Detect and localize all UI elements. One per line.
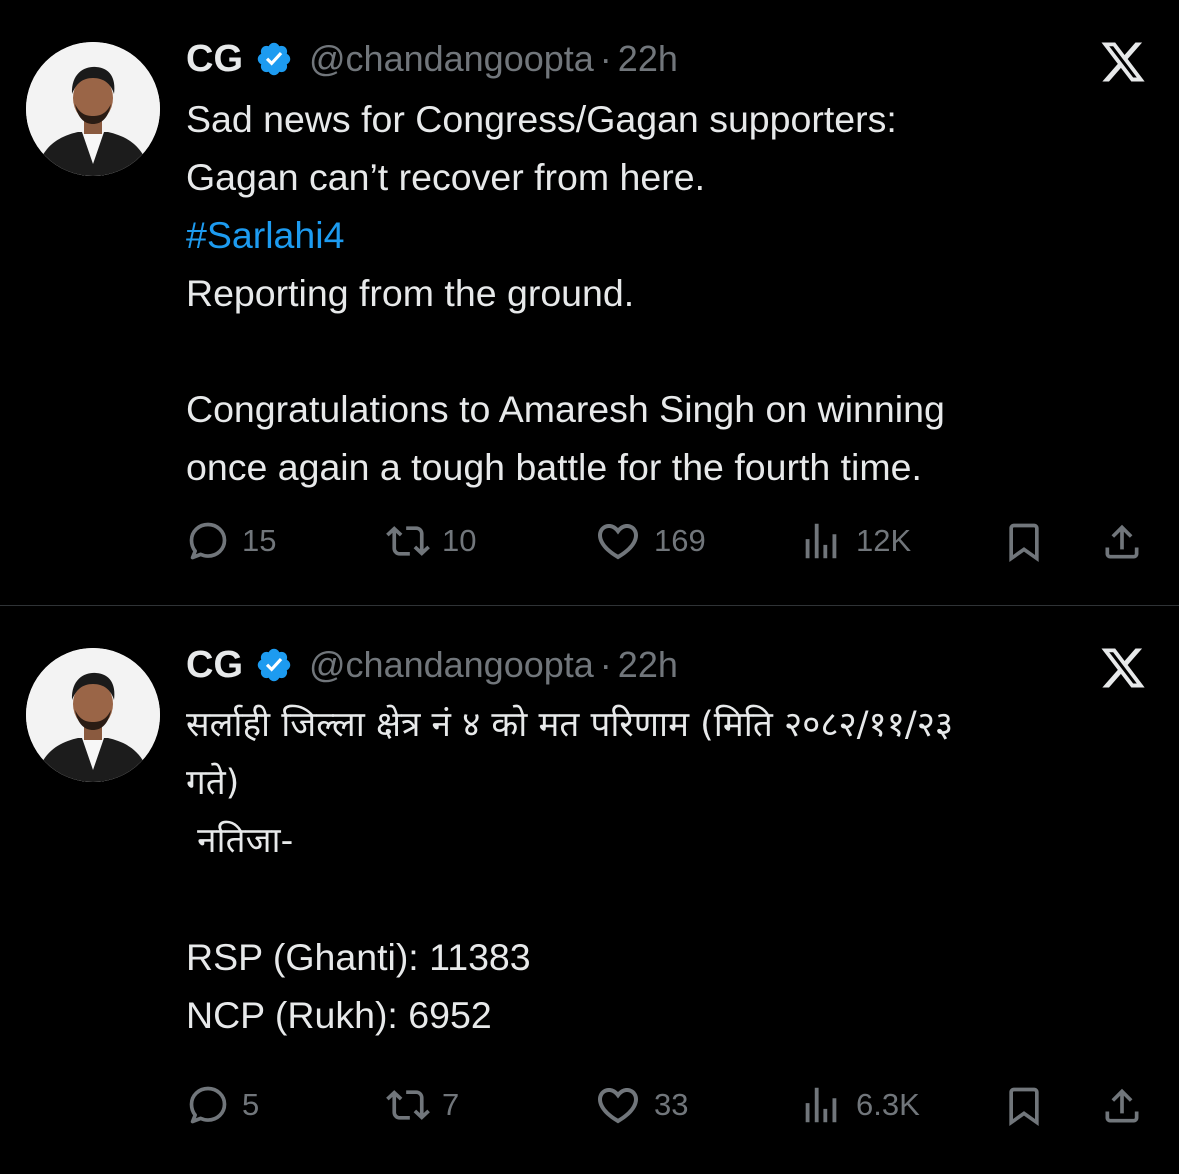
repost-count: 10 <box>442 523 477 558</box>
tweet-text-line: Reporting from the ground. <box>186 272 635 314</box>
views-icon <box>798 518 844 564</box>
separator: · <box>599 38 612 79</box>
like-icon <box>594 1081 642 1129</box>
timestamp[interactable]: 22h <box>618 38 678 80</box>
tweet-card[interactable]: CG @chandangoopta · 22h Sad news for Con… <box>0 0 1179 605</box>
avatar-photo <box>26 648 160 782</box>
tweet-text: सर्लाही जिल्ला क्षेत्र नं ४ को मत परिणाम… <box>186 696 1146 1044</box>
avatar[interactable] <box>26 648 160 782</box>
tweet-text-line: सर्लाही जिल्ला क्षेत्र नं ४ को मत परिणाम… <box>186 705 954 745</box>
share-icon[interactable] <box>1100 1084 1144 1128</box>
like-count: 33 <box>654 1087 689 1122</box>
reply-icon <box>186 519 230 563</box>
tweet-actions: 15 10 169 12K <box>186 516 1146 566</box>
avatar[interactable] <box>26 42 160 176</box>
avatar-photo <box>26 42 160 176</box>
reply-button[interactable]: 15 <box>186 516 276 566</box>
x-logo-icon <box>1099 38 1147 86</box>
tweet-text-line: Congratulations to Amaresh Singh on winn… <box>186 388 945 430</box>
tweet-text-line: नतिजा- <box>186 821 294 861</box>
bookmark-icon[interactable] <box>1002 1084 1046 1128</box>
like-icon <box>594 517 642 565</box>
tweet-text-line: NCP (Rukh): 6952 <box>186 994 492 1036</box>
repost-count: 7 <box>442 1087 460 1122</box>
views-button[interactable]: 6.3K <box>798 1080 920 1130</box>
repost-icon <box>386 1083 430 1127</box>
user-handle[interactable]: @chandangoopta <box>309 644 594 686</box>
like-button[interactable]: 33 <box>594 1080 688 1130</box>
hashtag-link[interactable]: #Sarlahi4 <box>186 206 1146 264</box>
repost-button[interactable]: 7 <box>386 1080 459 1130</box>
reply-button[interactable]: 5 <box>186 1080 259 1130</box>
display-name[interactable]: CG <box>186 38 243 81</box>
reply-count: 15 <box>242 523 277 558</box>
user-handle[interactable]: @chandangoopta <box>309 38 594 80</box>
verified-badge-icon <box>255 646 293 684</box>
tweet-card[interactable]: CG @chandangoopta · 22h सर्लाही जिल्ला क… <box>0 606 1179 1174</box>
repost-icon <box>386 519 430 563</box>
reply-count: 5 <box>242 1087 260 1122</box>
views-count: 12K <box>856 523 912 558</box>
views-button[interactable]: 12K <box>798 516 911 566</box>
tweet-text: Sad news for Congress/Gagan supporters: … <box>186 90 1146 496</box>
tweet-header: CG @chandangoopta · 22h <box>186 34 678 84</box>
like-count: 169 <box>654 523 706 558</box>
share-icon[interactable] <box>1100 520 1144 564</box>
separator: · <box>599 644 612 685</box>
tweet-actions: 5 7 33 6.3K <box>186 1080 1146 1130</box>
tweet-text-line: once again a tough battle for the fourth… <box>186 446 922 488</box>
timestamp[interactable]: 22h <box>618 644 678 686</box>
tweet-text-line: Gagan can’t recover from here. <box>186 156 705 198</box>
bookmark-icon[interactable] <box>1002 520 1046 564</box>
views-icon <box>798 1082 844 1128</box>
like-button[interactable]: 169 <box>594 516 706 566</box>
tweet-text-line: Sad news for Congress/Gagan supporters: <box>186 98 897 140</box>
x-logo-icon <box>1099 644 1147 692</box>
views-count: 6.3K <box>856 1087 920 1122</box>
display-name[interactable]: CG <box>186 644 243 687</box>
tweet-text-line: गते) <box>186 763 240 803</box>
verified-badge-icon <box>255 40 293 78</box>
tweet-text-line: RSP (Ghanti): 11383 <box>186 936 531 978</box>
tweet-header: CG @chandangoopta · 22h <box>186 640 678 690</box>
repost-button[interactable]: 10 <box>386 516 476 566</box>
reply-icon <box>186 1083 230 1127</box>
